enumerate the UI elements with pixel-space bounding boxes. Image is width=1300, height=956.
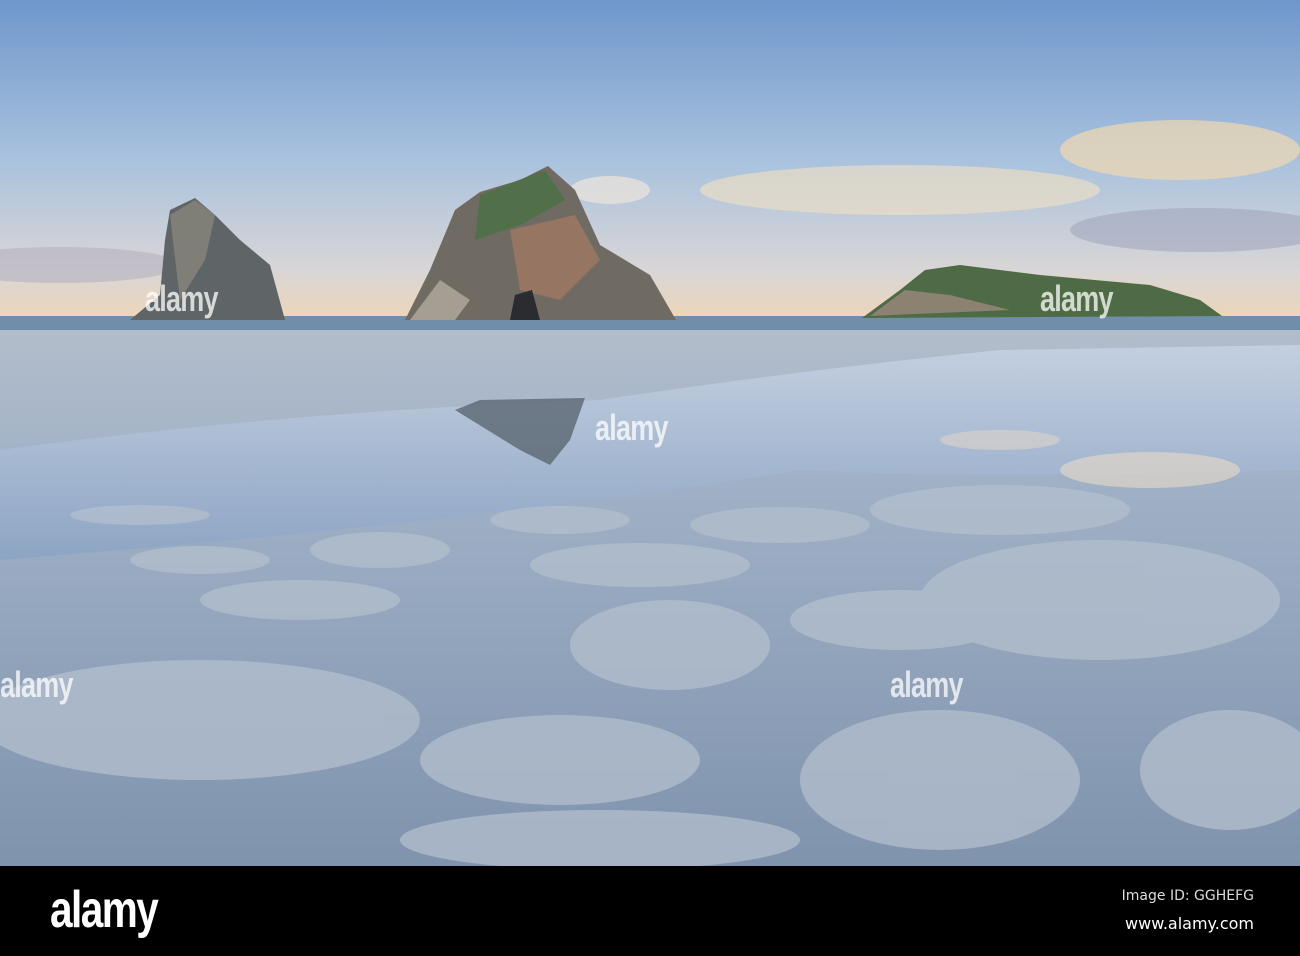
watermark: alamy	[145, 278, 219, 319]
footer-bar: alamy Image ID: GGHEFG www.alamy.com	[0, 866, 1300, 956]
watermark: alamy	[0, 664, 74, 705]
watermark: alamy	[595, 407, 669, 448]
alamy-logo: alamy	[50, 881, 159, 939]
watermark: alamy	[890, 664, 964, 705]
website-link[interactable]: www.alamy.com	[1125, 914, 1254, 933]
image-id: Image ID: GGHEFG	[1121, 888, 1254, 904]
watermark: alamy	[1040, 278, 1114, 319]
